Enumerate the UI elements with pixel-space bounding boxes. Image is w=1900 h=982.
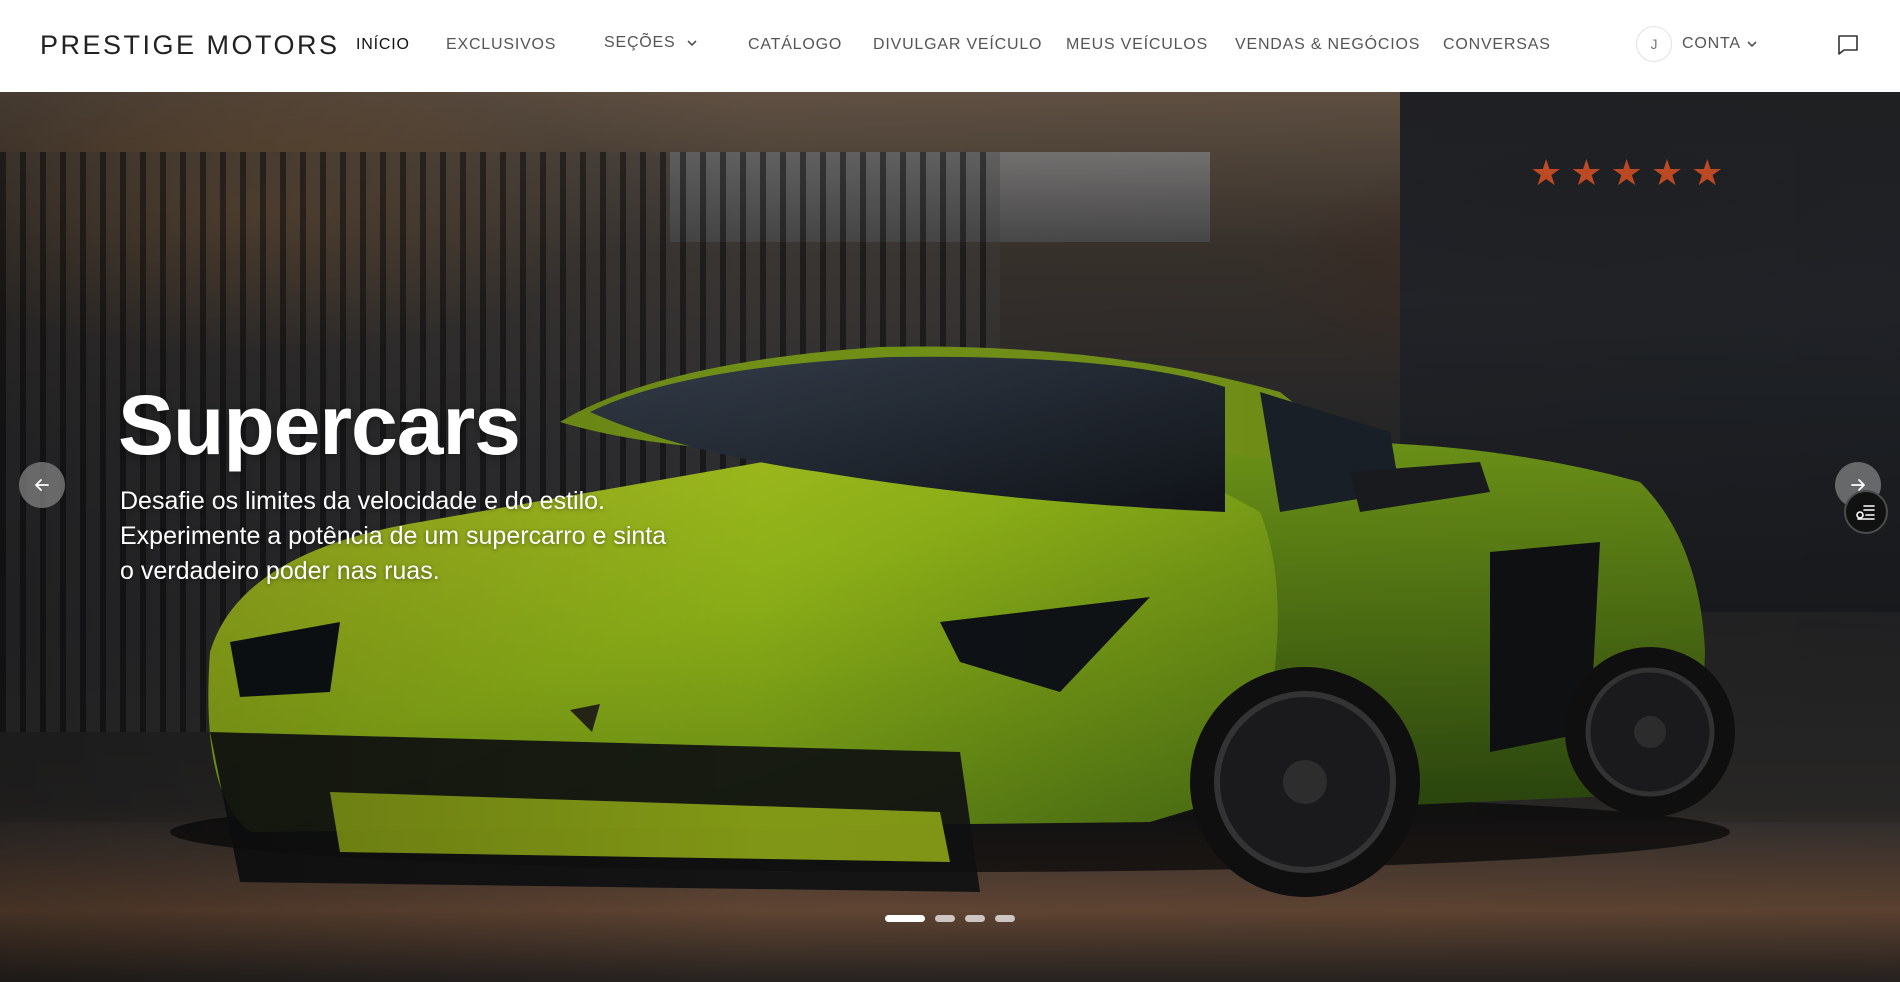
carousel-dot-4[interactable]	[995, 915, 1015, 922]
account-menu[interactable]: J CONTA	[1636, 26, 1757, 62]
chevron-down-icon	[1747, 35, 1757, 53]
nav-link-exclusivos[interactable]: EXCLUSIVOS	[446, 36, 556, 54]
carousel-indicators	[885, 915, 1015, 922]
nav-link-conversas[interactable]: CONVERSAS	[1443, 36, 1551, 54]
nav-link-divulgar-veiculo[interactable]: DIVULGAR VEÍCULO	[873, 36, 1042, 54]
nav-dropdown-secoes-label: SEÇÕES	[604, 34, 676, 52]
chevron-down-icon	[687, 34, 697, 52]
carousel-dot-2[interactable]	[935, 915, 955, 922]
nav-link-catalogo[interactable]: CATÁLOGO	[748, 36, 842, 54]
nav-link-meus-veiculos[interactable]: MEUS VEÍCULOS	[1066, 36, 1208, 54]
brand-logo[interactable]: PRESTIGE MOTORS	[40, 30, 340, 61]
avatar: J	[1636, 26, 1672, 62]
top-navbar: PRESTIGE MOTORS INÍCIO EXCLUSIVOS SEÇÕES…	[0, 0, 1900, 92]
carousel-dot-1[interactable]	[885, 915, 925, 922]
hero-title: Supercars	[118, 378, 521, 472]
message-square-icon	[1838, 35, 1858, 55]
filter-list-icon	[1856, 505, 1875, 520]
nav-dropdown-secoes[interactable]: SEÇÕES	[604, 34, 697, 52]
carousel-prev-button[interactable]	[19, 462, 65, 508]
arrow-left-icon	[35, 479, 49, 491]
chat-button[interactable]	[1836, 33, 1860, 57]
filter-floating-button[interactable]	[1844, 490, 1888, 534]
hero-subtitle: Desafie os limites da velocidade e do es…	[120, 487, 667, 585]
hero-carousel: ★★★★★	[0, 92, 1900, 982]
carousel-dot-3[interactable]	[965, 915, 985, 922]
nav-link-inicio[interactable]: INÍCIO	[356, 36, 410, 54]
account-label: CONTA	[1682, 35, 1741, 52]
nav-link-vendas-negocios[interactable]: VENDAS & NEGÓCIOS	[1235, 36, 1420, 54]
